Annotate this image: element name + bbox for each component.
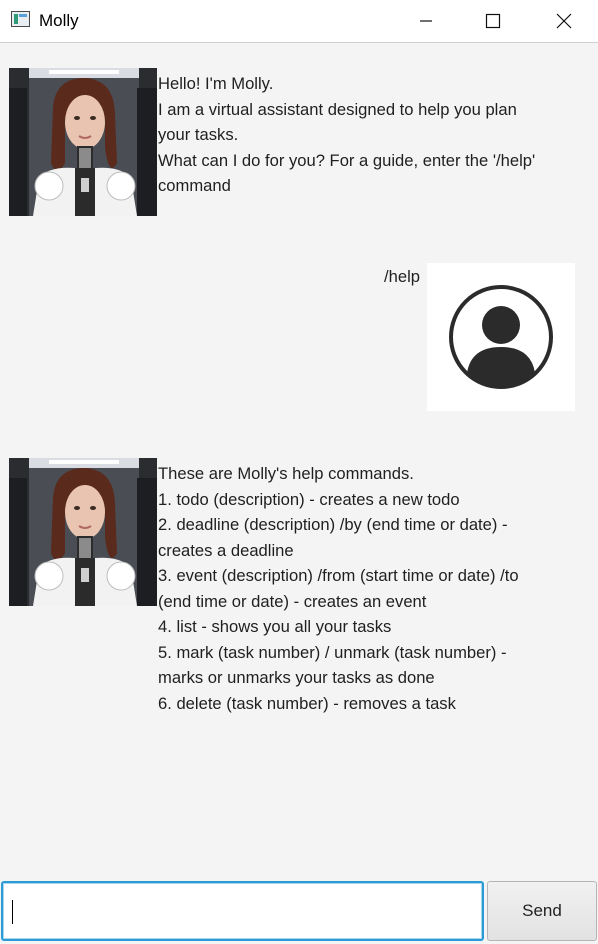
- app-window: Molly Hello! I'm Molly. I am a virtual a…: [0, 0, 598, 944]
- message-line: These are Molly's help commands.: [158, 464, 414, 483]
- java-app-icon: [11, 11, 30, 27]
- molly-robot-avatar: [9, 458, 157, 606]
- message-line: command: [158, 176, 231, 195]
- input-bar: Send: [0, 878, 598, 944]
- close-button[interactable]: [541, 0, 587, 42]
- bot-message: Hello! I'm Molly. I am a virtual assista…: [158, 71, 535, 199]
- message-line: 3. event (description) /from (start time…: [158, 566, 519, 585]
- maximize-button[interactable]: [470, 0, 516, 42]
- message-line: your tasks.: [158, 125, 239, 144]
- bot-message: These are Molly's help commands. 1. todo…: [158, 461, 519, 716]
- user-message: /help: [384, 264, 420, 290]
- message-line: 2. deadline (description) /by (end time …: [158, 515, 508, 534]
- message-line: marks or unmarks your tasks as done: [158, 668, 435, 687]
- message-line: (end time or date) - creates an event: [158, 591, 427, 611]
- minimize-button[interactable]: [403, 0, 449, 42]
- message-line: Hello! I'm Molly.: [158, 74, 274, 93]
- maximize-icon: [485, 13, 501, 29]
- message-input[interactable]: [1, 881, 484, 941]
- molly-avatar: [9, 68, 157, 216]
- send-button[interactable]: Send: [487, 881, 597, 941]
- user-circle-icon: [427, 263, 575, 411]
- user-avatar: [427, 263, 575, 411]
- message-line: /help: [384, 267, 420, 286]
- molly-avatar: [9, 458, 157, 606]
- title-bar[interactable]: Molly: [0, 0, 598, 43]
- message-line: 4. list - shows you all your tasks: [158, 617, 392, 636]
- window-title: Molly: [39, 11, 79, 30]
- message-line: What can I do for you? For a guide, ente…: [158, 150, 536, 170]
- message-line: 1. todo (description) - creates a new to…: [158, 489, 460, 509]
- message-line: 5. mark (task number) / unmark (task num…: [158, 642, 507, 662]
- text-caret: [12, 900, 13, 924]
- chat-scroll-pane[interactable]: Hello! I'm Molly. I am a virtual assista…: [0, 44, 598, 878]
- message-line: 6. delete (task number) - removes a task: [158, 693, 456, 713]
- close-icon: [556, 13, 572, 29]
- molly-robot-avatar: [9, 68, 157, 216]
- message-line: I am a virtual assistant designed to hel…: [158, 99, 517, 119]
- minimize-icon: [420, 20, 432, 22]
- message-line: creates a deadline: [158, 540, 294, 560]
